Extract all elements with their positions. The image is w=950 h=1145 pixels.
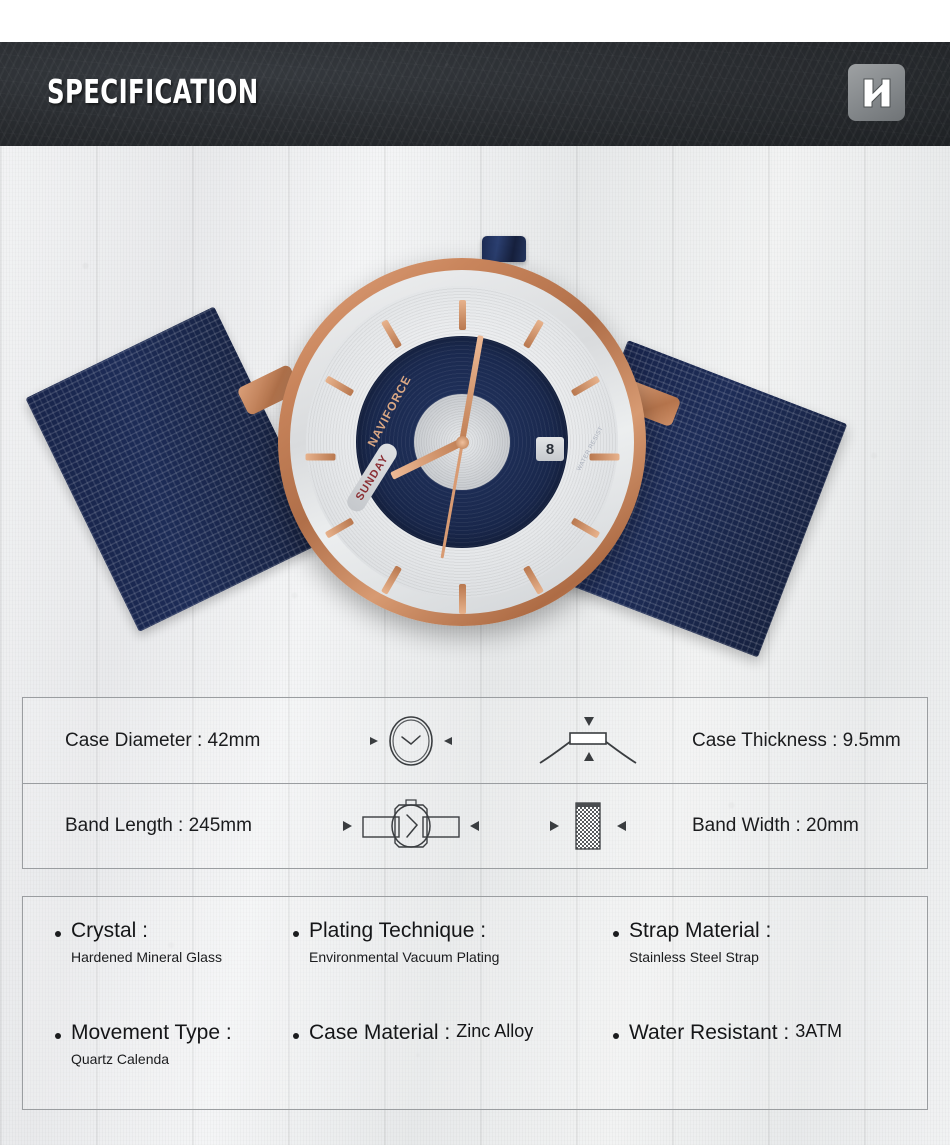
watch-band-length-icon: [323, 795, 498, 857]
feature-value: Stainless Steel Strap: [629, 949, 759, 965]
feature-plating-technique: Plating Technique : Environmental Vacuum…: [293, 897, 613, 1003]
measurement-row: Case Diameter : 42mm Case Thickness: 9.…: [23, 698, 927, 783]
hour-marker: [522, 565, 544, 595]
watch-illustration: NAVIFORCE SUNDAY 8 WATER RESIST: [0, 150, 950, 690]
date-window-text: 8: [545, 440, 555, 458]
bullet-icon: [55, 1033, 61, 1039]
watch-side-thickness-icon: [498, 711, 678, 771]
feature-row: Crystal : Hardened Mineral Glass Plating…: [23, 897, 927, 1003]
hour-marker: [458, 584, 466, 614]
hour-marker: [458, 300, 466, 330]
hour-marker: [380, 319, 402, 349]
feature-movement-type: Movement Type : Quartz Calenda: [23, 1003, 293, 1109]
feature-value: Zinc Alloy: [456, 1021, 534, 1041]
bullet-icon: [613, 1033, 619, 1039]
hour-marker: [380, 565, 402, 595]
top-white-strip: [0, 0, 950, 42]
hour-marker: [522, 319, 544, 349]
page-title: SPECIFICATION: [47, 72, 259, 111]
features-card: Crystal : Hardened Mineral Glass Plating…: [22, 896, 928, 1110]
measurements-card: Case Diameter : 42mm Case Thickness: 9.…: [22, 697, 928, 869]
measurement-row: Band Length : 245mm Band Width: 20mm: [23, 783, 927, 868]
watch-crown: [482, 236, 526, 262]
feature-title: Crystal :: [71, 919, 149, 942]
hour-marker: [305, 453, 335, 461]
feature-value: Environmental Vacuum Plating: [309, 949, 500, 965]
feature-row: Movement Type : Quartz Calenda Case Mate…: [23, 1003, 927, 1109]
hour-marker: [324, 375, 354, 397]
feature-title: Strap Material :: [629, 919, 772, 942]
feature-value: 3ATM: [795, 1021, 842, 1041]
bullet-icon: [293, 931, 299, 937]
case-thickness-label: Case Thickness : 9.5mm: [692, 729, 901, 751]
band-width-label: Band Width : 20mm: [692, 815, 859, 836]
feature-value: Quartz Calenda: [71, 1051, 170, 1067]
feature-title: Plating Technique :: [309, 919, 487, 942]
bullet-icon: [613, 931, 619, 937]
watch-face-diameter-icon: [323, 715, 498, 767]
bullet-icon: [293, 1033, 299, 1039]
bullet-icon: [55, 931, 61, 937]
feature-case-material: Case Material : Zinc Alloy: [293, 1003, 613, 1109]
feature-strap-material: Strap Material : Stainless Steel Strap: [613, 897, 927, 1003]
feature-crystal: Crystal : Hardened Mineral Glass: [23, 897, 293, 1003]
feature-water-resistant: Water Resistant : 3ATM: [613, 1003, 927, 1109]
specification-page: SPECIFICATION NAVIFORCE SUNDAY 8 WATER R…: [0, 0, 950, 1145]
feature-title: Water Resistant :: [629, 1021, 790, 1044]
dial-water-resist-text: WATER RESIST: [576, 425, 605, 473]
watch-case-inner: NAVIFORCE SUNDAY 8 WATER RESIST: [290, 270, 634, 614]
hour-marker: [589, 453, 619, 461]
watch-case: NAVIFORCE SUNDAY 8 WATER RESIST: [278, 258, 646, 626]
hour-marker: [570, 375, 600, 397]
hands-center-cap: [455, 435, 469, 449]
mesh-band-width-icon: [498, 797, 678, 855]
page-header: SPECIFICATION: [0, 42, 950, 146]
product-photo: NAVIFORCE SUNDAY 8 WATER RESIST: [0, 150, 950, 690]
feature-title: Movement Type :: [71, 1021, 232, 1044]
band-length-label: Band Length : 245mm: [65, 815, 252, 836]
hour-marker: [570, 517, 600, 539]
date-window: 8: [536, 437, 564, 461]
watch-dial-ring: NAVIFORCE SUNDAY 8 WATER RESIST: [305, 286, 619, 614]
feature-title: Case Material :: [309, 1021, 451, 1044]
hour-marker: [324, 517, 354, 539]
feature-value: Hardened Mineral Glass: [71, 949, 222, 965]
naviforce-n-logo-icon: [848, 64, 905, 121]
case-diameter-label: Case Diameter : 42mm: [65, 729, 261, 751]
